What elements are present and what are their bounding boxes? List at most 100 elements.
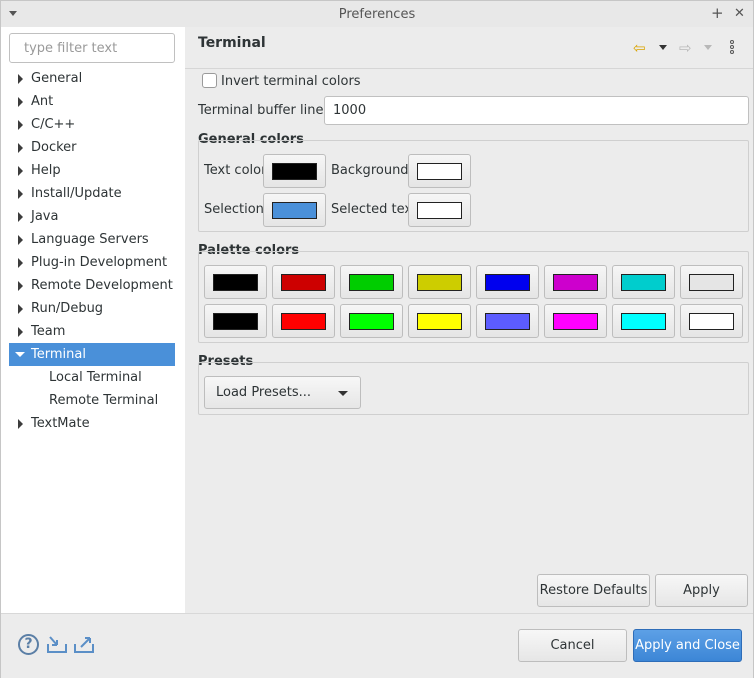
selected-text-color-button[interactable] bbox=[408, 193, 471, 227]
collapsed-arrow-icon[interactable] bbox=[18, 166, 23, 176]
palette-color-button[interactable] bbox=[340, 304, 403, 338]
selection-color-swatch bbox=[272, 202, 317, 219]
tree-item-remote-development[interactable]: Remote Development bbox=[9, 274, 175, 297]
palette-color-button[interactable] bbox=[612, 304, 675, 338]
palette-color-button[interactable] bbox=[476, 304, 539, 338]
palette-color-swatch bbox=[281, 274, 326, 291]
collapsed-arrow-icon[interactable] bbox=[18, 212, 23, 222]
tree-item-textmate[interactable]: TextMate bbox=[9, 412, 175, 435]
cancel-button[interactable]: Cancel bbox=[518, 629, 627, 662]
tree-item-run-debug[interactable]: Run/Debug bbox=[9, 297, 175, 320]
collapsed-arrow-icon[interactable] bbox=[18, 189, 23, 199]
tree-item-label: Run/Debug bbox=[31, 301, 104, 316]
tree-item-language-servers[interactable]: Language Servers bbox=[9, 228, 175, 251]
tree-item-remote-terminal[interactable]: Remote Terminal bbox=[9, 389, 175, 412]
palette-color-button[interactable] bbox=[680, 304, 743, 338]
view-menu-icon[interactable] bbox=[730, 40, 734, 55]
import-icon[interactable] bbox=[46, 634, 68, 654]
tree-item-label: Install/Update bbox=[31, 186, 122, 201]
expanded-arrow-icon[interactable] bbox=[15, 352, 25, 357]
preferences-sidebar: General Ant C/C++ Docker Help Install/Update J… bbox=[1, 27, 185, 613]
palette-color-button[interactable] bbox=[272, 304, 335, 338]
palette-color-swatch bbox=[621, 313, 666, 330]
invert-colors-option[interactable]: Invert terminal colors bbox=[202, 73, 361, 91]
forward-history-dropdown-icon[interactable] bbox=[704, 45, 712, 50]
tree-item-label: Language Servers bbox=[31, 232, 149, 247]
apply-button[interactable]: Apply bbox=[655, 574, 748, 607]
tree-item-java[interactable]: Java bbox=[9, 205, 175, 228]
selection-color-button[interactable] bbox=[263, 193, 326, 227]
tree-item-label: Help bbox=[31, 163, 61, 178]
palette-color-button[interactable] bbox=[612, 265, 675, 299]
background-color-button[interactable] bbox=[408, 154, 471, 188]
tree-item-label: Ant bbox=[31, 94, 54, 109]
apply-and-close-button[interactable]: Apply and Close bbox=[633, 629, 742, 662]
invert-colors-label: Invert terminal colors bbox=[221, 74, 361, 89]
selected-text-label: Selected text bbox=[331, 202, 418, 217]
tree-item-install-update[interactable]: Install/Update bbox=[9, 182, 175, 205]
buffer-lines-input[interactable] bbox=[324, 96, 749, 125]
maximize-icon[interactable]: + bbox=[711, 4, 724, 22]
tree-item-c-c[interactable]: C/C++ bbox=[9, 113, 175, 136]
title-separator bbox=[185, 68, 753, 69]
window-title: Preferences bbox=[338, 7, 416, 22]
tree-item-label: C/C++ bbox=[31, 117, 76, 132]
collapsed-arrow-icon[interactable] bbox=[18, 74, 23, 84]
palette-color-swatch bbox=[349, 313, 394, 330]
collapsed-arrow-icon[interactable] bbox=[18, 281, 23, 291]
palette-color-button[interactable] bbox=[408, 304, 471, 338]
load-presets-dropdown[interactable]: Load Presets... bbox=[204, 376, 361, 409]
tree-item-general[interactable]: General bbox=[9, 67, 175, 90]
tree-item-local-terminal[interactable]: Local Terminal bbox=[9, 366, 175, 389]
palette-color-button[interactable] bbox=[272, 265, 335, 299]
invert-colors-checkbox[interactable] bbox=[202, 73, 217, 88]
collapsed-arrow-icon[interactable] bbox=[18, 258, 23, 268]
palette-color-button[interactable] bbox=[340, 265, 403, 299]
filter-input[interactable] bbox=[9, 33, 175, 63]
tree-item-terminal[interactable]: Terminal bbox=[9, 343, 175, 366]
palette-color-swatch bbox=[689, 274, 734, 291]
dialog-button-bar: ? Cancel Apply and Close bbox=[1, 613, 753, 678]
help-icon[interactable]: ? bbox=[18, 634, 39, 655]
load-presets-label: Load Presets... bbox=[216, 385, 312, 400]
tree-item-label: Docker bbox=[31, 140, 77, 155]
title-bar: Preferences + ✕ bbox=[1, 1, 753, 27]
back-arrow-icon[interactable]: ⇦ bbox=[633, 39, 646, 57]
palette-color-button[interactable] bbox=[476, 265, 539, 299]
tree-item-label: Java bbox=[31, 209, 59, 224]
palette-color-button[interactable] bbox=[544, 265, 607, 299]
palette-color-swatch bbox=[281, 313, 326, 330]
tree-item-help[interactable]: Help bbox=[9, 159, 175, 182]
collapsed-arrow-icon[interactable] bbox=[18, 235, 23, 245]
export-icon[interactable] bbox=[73, 634, 95, 654]
tree-item-label: Local Terminal bbox=[49, 370, 142, 385]
palette-color-button[interactable] bbox=[544, 304, 607, 338]
background-label: Background bbox=[331, 163, 409, 178]
collapsed-arrow-icon[interactable] bbox=[18, 304, 23, 314]
palette-color-button[interactable] bbox=[204, 304, 267, 338]
tree-item-docker[interactable]: Docker bbox=[9, 136, 175, 159]
collapsed-arrow-icon[interactable] bbox=[18, 143, 23, 153]
collapsed-arrow-icon[interactable] bbox=[18, 419, 23, 429]
tree-item-plug-in-development[interactable]: Plug-in Development bbox=[9, 251, 175, 274]
tree-item-ant[interactable]: Ant bbox=[9, 90, 175, 113]
presets-group: Load Presets... bbox=[198, 362, 749, 415]
palette-color-button[interactable] bbox=[680, 265, 743, 299]
text-color-swatch bbox=[272, 163, 317, 180]
palette-color-swatch bbox=[213, 313, 258, 330]
restore-defaults-button[interactable]: Restore Defaults bbox=[537, 574, 650, 607]
collapsed-arrow-icon[interactable] bbox=[18, 97, 23, 107]
forward-arrow-icon[interactable]: ⇨ bbox=[679, 39, 692, 57]
back-history-dropdown-icon[interactable] bbox=[659, 45, 667, 50]
tree-item-team[interactable]: Team bbox=[9, 320, 175, 343]
palette-color-button[interactable] bbox=[408, 265, 471, 299]
close-icon[interactable]: ✕ bbox=[734, 6, 745, 21]
collapsed-arrow-icon[interactable] bbox=[18, 327, 23, 337]
palette-color-swatch bbox=[417, 274, 462, 291]
palette-color-swatch bbox=[349, 274, 394, 291]
palette-color-button[interactable] bbox=[204, 265, 267, 299]
collapsed-arrow-icon[interactable] bbox=[18, 120, 23, 130]
palette-color-swatch bbox=[553, 313, 598, 330]
text-color-button[interactable] bbox=[263, 154, 326, 188]
general-colors-group: Text color Background Selection Selected… bbox=[198, 140, 749, 232]
